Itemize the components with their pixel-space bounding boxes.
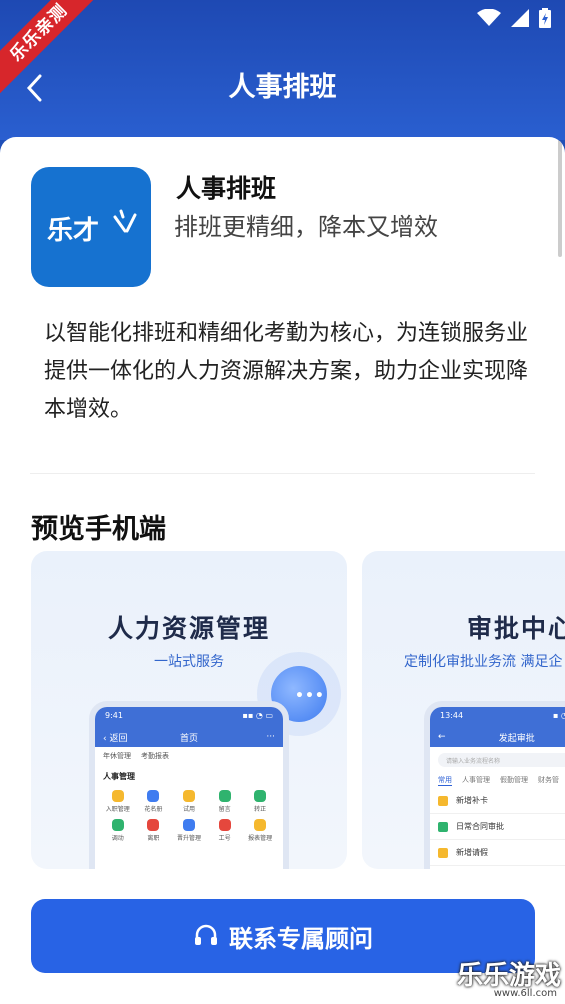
cta-label: 联系专属顾问 [229, 924, 373, 953]
page-title: 人事排班 [228, 72, 337, 103]
phone-back: ← [438, 732, 446, 742]
content-sheet: 乐才 人事排班 排班更精细，降本又增效 以智能化排班和精细化考勤为核心，为连锁服… [0, 137, 565, 1004]
watermark: 乐乐游戏 [456, 961, 561, 991]
app-logo: 乐才 [31, 167, 151, 287]
app-slogan: 排班更精细，降本又增效 [174, 213, 438, 241]
scrollbar[interactable] [558, 137, 562, 257]
divider [30, 473, 535, 474]
phone-section: 人事管理 [103, 772, 135, 781]
preview-card-approval[interactable]: 审批中心 定制化审批业务流 满足企 13:44▪ ◔ ▭ ← 发起审批 请输入业… [362, 551, 565, 869]
phone-time: 9:41 [105, 711, 123, 720]
phone-title: 发起审批 [498, 733, 535, 744]
headset-icon [195, 924, 217, 945]
phone-time: 13:44 [440, 711, 464, 720]
battery-icon [539, 8, 551, 32]
app-description: 以智能化排班和精细化考勤为核心，为连锁服务业提供一体化的人力资源解决方案，助力企… [44, 321, 529, 422]
app-name: 人事排班 [176, 174, 277, 203]
phone-grid: 入职管理 花名册 试用 留言 转正 调动 离职 晋升管理 工号 报表管理 [95, 786, 283, 846]
watermark-url: www.6ll.com [493, 988, 557, 999]
preview-section-title: 预览手机端 [31, 514, 166, 545]
phone-title: 首页 [179, 733, 198, 744]
card-subtitle: 定制化审批业务流 满足企 [404, 654, 563, 670]
preview-card-hr[interactable]: 人力资源管理 一站式服务 ••• 9:41 ▪▪ ◔ ▭ ‹ 返回 首页 ··· … [31, 551, 347, 869]
phone-mockup: 9:41 ▪▪ ◔ ▭ ‹ 返回 首页 ··· 年休管理 考勤报表 人事管理 入职… [89, 701, 289, 869]
wifi-icon [477, 8, 501, 31]
signal-icon [511, 9, 529, 31]
card-title: 人力资源管理 [107, 614, 270, 643]
card-title: 审批中心 [467, 614, 565, 643]
phone-mockup: 13:44▪ ◔ ▭ ← 发起审批 请输入业务流程名称 常用 人事管理 假勤管理… [424, 701, 565, 869]
logo-text: 乐才 [47, 216, 99, 246]
header: 人事排班 [0, 0, 565, 140]
phone-tabs: 常用 人事管理 假勤管理 财务管 [438, 776, 559, 786]
phone-search: 请输入业务流程名称 [438, 753, 565, 767]
